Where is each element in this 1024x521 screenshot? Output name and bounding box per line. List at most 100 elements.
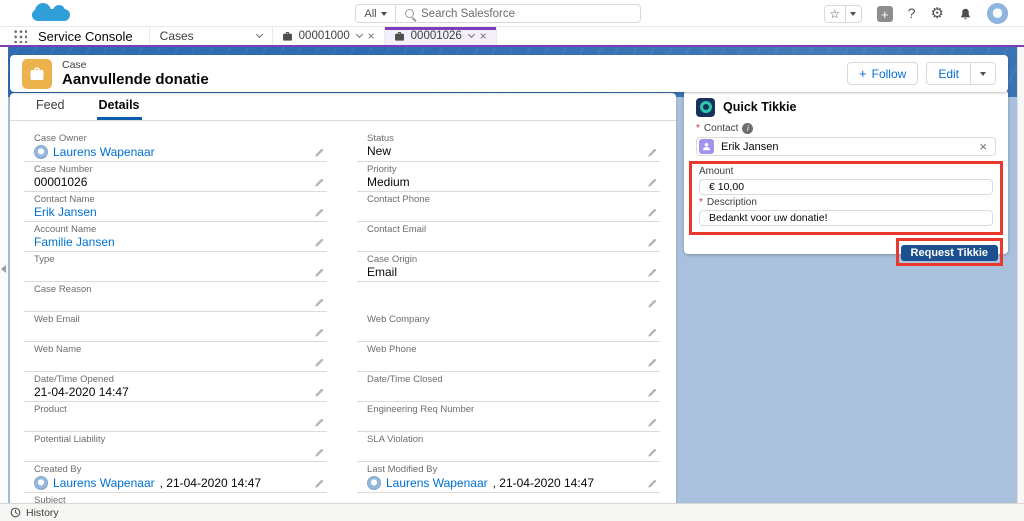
history-label: History [26,507,59,519]
tab-close-icon[interactable] [480,29,487,43]
edit-pencil-icon[interactable] [647,328,657,338]
edit-pencil-icon[interactable] [314,298,324,308]
entity-label: Case [62,59,209,71]
edit-pencil-icon[interactable] [647,299,657,309]
field-value [367,446,640,459]
help-icon[interactable] [908,5,916,23]
quick-tikkie-panel: Quick Tikkie Contact Erik Jansen Amount … [684,90,1008,254]
field-value-text: Email [367,266,397,279]
edit-button-group: Edit [926,62,996,85]
field-value [34,446,307,459]
edit-button[interactable]: Edit [926,62,971,85]
follow-button[interactable]: Follow [847,62,918,85]
edit-pencil-icon[interactable] [314,148,324,158]
tab-label: 00001026 [411,30,463,42]
field-label: Contact Phone [367,195,640,205]
contact-remove-icon[interactable] [979,138,987,156]
field-value-link[interactable]: Laurens Wapenaar [53,146,155,159]
field-value-text: 21-04-2020 14:47 [34,386,129,399]
request-tikkie-button[interactable]: Request Tikkie [901,245,998,261]
amount-input[interactable]: € 10,00 [699,179,993,195]
amount-label: Amount [699,167,993,177]
field-value-link[interactable]: Erik Jansen [34,206,97,219]
edit-pencil-icon[interactable] [647,268,657,278]
field-cell: Web Email [24,312,327,342]
tab-feed[interactable]: Feed [34,98,67,120]
field-label: Subject [34,496,640,503]
field-value-link[interactable]: Familie Jansen [34,236,115,249]
edit-pencil-icon[interactable] [647,208,657,218]
edit-pencil-icon[interactable] [314,268,324,278]
field-cell: Case Origin Email [357,252,660,282]
edit-pencil-icon[interactable] [314,388,324,398]
field-cell: Created By Laurens Wapenaar , 21-04-2020… [24,462,327,493]
panel-expand-arrow-icon[interactable] [1,265,6,273]
edit-pencil-icon[interactable] [647,238,657,248]
field-value: 21-04-2020 14:47 [34,386,307,399]
user-avatar-icon [367,476,381,490]
edit-pencil-icon[interactable] [647,388,657,398]
field-cell: Date/Time Closed [357,372,660,402]
field-cell: Date/Time Opened 21-04-2020 14:47 [24,372,327,402]
user-avatar-icon [34,145,48,159]
chevron-down-icon[interactable] [468,31,475,38]
setup-gear-icon[interactable] [931,4,944,23]
edit-pencil-icon[interactable] [314,178,324,188]
edit-pencil-icon[interactable] [647,479,657,489]
edit-pencil-icon[interactable] [314,328,324,338]
info-icon[interactable] [742,123,753,134]
workspace-tab-00001026[interactable]: 00001026 [385,27,497,45]
edit-pencil-icon[interactable] [647,448,657,458]
edit-pencil-icon[interactable] [314,418,324,428]
favorites-button[interactable] [825,6,846,22]
edit-pencil-icon[interactable] [647,358,657,368]
edit-pencil-icon[interactable] [647,418,657,428]
plus-icon [859,66,867,81]
field-label: Last Modified By [367,465,640,475]
quick-tikkie-title: Quick Tikkie [723,100,796,114]
field-cell: Contact Email [357,222,660,252]
edit-pencil-icon[interactable] [314,479,324,489]
field-cell: Status New [357,131,660,162]
nav-item-cases-label: Cases [160,29,194,43]
favorites-caret-button[interactable] [846,6,861,22]
contact-label: Contact [696,123,996,134]
field-cell: Engineering Req Number [357,402,660,432]
contact-lookup-pill[interactable]: Erik Jansen [696,137,996,156]
edit-pencil-icon[interactable] [314,208,324,218]
tab-details[interactable]: Details [97,98,142,120]
field-label: Contact Name [34,195,307,205]
search-input[interactable] [421,8,631,20]
search-scope-dropdown[interactable]: All [356,5,396,22]
theme-accent-line [0,45,1024,47]
field-value [367,286,640,299]
chevron-down-icon[interactable] [356,31,363,38]
field-value-text: New [367,145,391,158]
tab-close-icon[interactable] [368,29,375,43]
field-cell: Web Phone [357,342,660,372]
record-header-card: Case Aanvullende donatie Follow Edit [10,55,1008,92]
history-utility-button[interactable]: History [10,507,59,519]
field-value-link[interactable]: Laurens Wapenaar [53,477,155,490]
edit-pencil-icon[interactable] [314,448,324,458]
edit-pencil-icon[interactable] [314,238,324,248]
edit-pencil-icon[interactable] [314,358,324,368]
field-cell: Case Reason [24,282,327,312]
field-value-link[interactable]: Laurens Wapenaar [386,477,488,490]
edit-pencil-icon[interactable] [647,148,657,158]
user-profile-avatar[interactable] [987,3,1008,24]
field-cell: Contact Name Erik Jansen [24,192,327,222]
edit-caret-button[interactable] [971,62,996,85]
contact-label-text: Contact [704,124,738,134]
description-input[interactable]: Bedankt voor uw donatie! [699,210,993,226]
global-add-button[interactable] [877,6,893,22]
required-asterisk [699,198,703,208]
right-scrollbar-strip[interactable] [1017,45,1024,503]
workspace-tab-00001000[interactable]: 00001000 [273,27,385,45]
workspace-tabbar: Service Console Cases 00001000 00001026 [0,27,1024,45]
nav-item-cases[interactable]: Cases [149,27,273,45]
global-header: All [0,0,1024,27]
app-launcher-icon[interactable] [13,29,27,43]
notifications-bell-icon[interactable] [959,7,972,21]
edit-pencil-icon[interactable] [647,178,657,188]
